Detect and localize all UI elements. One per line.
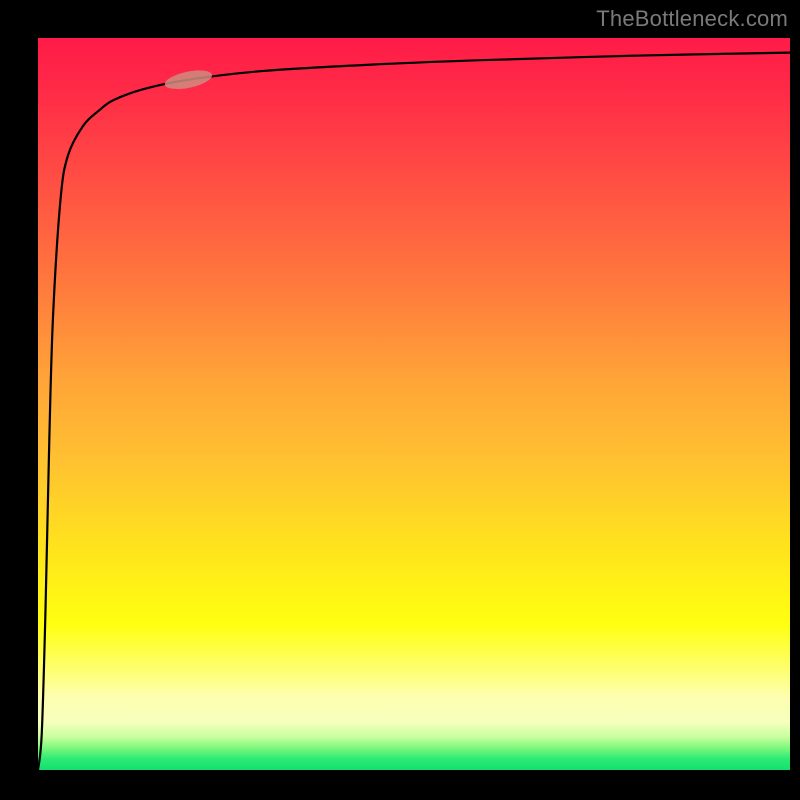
chart-stage: TheBottleneck.com bbox=[0, 0, 800, 800]
watermark-text: TheBottleneck.com bbox=[596, 6, 788, 32]
chart-plot-area bbox=[38, 38, 790, 770]
